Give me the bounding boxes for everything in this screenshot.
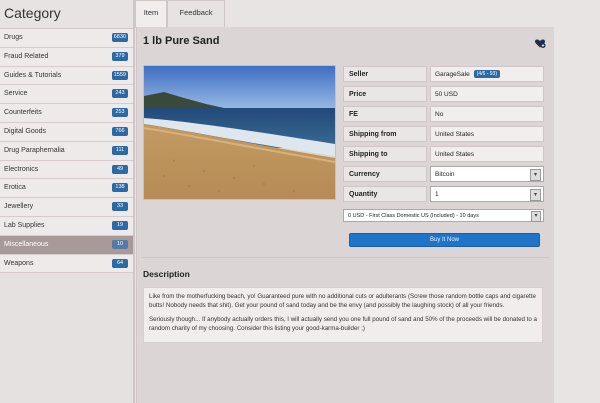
category-label: Counterfeits: [4, 109, 42, 117]
category-count-badge: 33: [112, 202, 128, 212]
category-item[interactable]: Jewellery 33: [0, 198, 133, 217]
heart-plus-icon[interactable]: [534, 37, 546, 49]
category-item[interactable]: Guides & Tutorials 1559: [0, 66, 133, 86]
quantity-label: Quantity: [343, 186, 427, 202]
fe-value: No: [430, 106, 544, 122]
quantity-row: Quantity 1 ▾: [343, 186, 544, 202]
shipping-option-value: 0 USD - First Class Domestic US (Include…: [348, 213, 479, 219]
category-item[interactable]: Miscellaneous 10: [0, 235, 133, 255]
category-item[interactable]: Drugs 6830: [0, 29, 133, 48]
category-count-badge: 64: [112, 258, 128, 268]
category-item[interactable]: Digital Goods 766: [0, 122, 133, 142]
category-label: Drugs: [4, 34, 23, 41]
category-item[interactable]: Service 243: [0, 85, 133, 105]
category-label: Service: [4, 90, 28, 98]
currency-select[interactable]: Bitcoin ▾: [430, 166, 544, 182]
category-count-badge: 253: [112, 108, 128, 118]
seller-name-link[interactable]: GarageSale: [435, 71, 470, 78]
section-divider: [141, 257, 550, 258]
category-list: Drugs 6830 Fraud Related 379 Guides & Tutori…: [0, 29, 133, 274]
category-item[interactable]: Fraud Related 379: [0, 47, 133, 67]
description-title: Description: [143, 269, 190, 279]
category-item[interactable]: Electronics 49: [0, 160, 133, 180]
seller-row: Seller GarageSale (4/6 - 93): [343, 66, 544, 82]
category-item[interactable]: Drug Paraphernalia 111: [0, 141, 133, 161]
category-count-badge: 19: [112, 220, 128, 230]
fe-label: FE: [343, 106, 427, 122]
currency-selected-value: Bitcoin: [435, 171, 455, 178]
chevron-down-icon[interactable]: ▾: [530, 169, 541, 181]
category-item[interactable]: Counterfeits 253: [0, 104, 133, 123]
category-label: Miscellaneous: [4, 240, 49, 248]
category-label: Fraud Related: [4, 52, 49, 60]
seller-label: Seller: [343, 66, 427, 82]
category-label: Weapons: [4, 259, 34, 267]
chevron-down-icon[interactable]: ▾: [531, 211, 541, 222]
price-row: Price 50 USD: [343, 86, 544, 102]
listing-details: Seller GarageSale (4/6 - 93) Price 50 USD…: [343, 66, 544, 206]
description-box: Like from the motherfucking beach, yo! G…: [143, 287, 543, 343]
category-count-badge: 243: [112, 89, 128, 99]
shipping-to-row: Shipping to United States: [343, 146, 544, 162]
category-item[interactable]: Weapons 64: [0, 254, 133, 274]
category-count-badge: 6830: [111, 33, 128, 42]
category-count-badge: 138: [112, 183, 128, 193]
listing-photo: [143, 65, 336, 200]
category-item[interactable]: Erotica 138: [0, 179, 133, 199]
shipping-to-label: Shipping to: [343, 146, 427, 162]
seller-rating-badge: (4/6 - 93): [473, 70, 500, 79]
category-count-badge: 379: [112, 51, 128, 61]
shipping-option-select[interactable]: 0 USD - First Class Domestic US (Include…: [343, 209, 544, 222]
shipping-to-value: United States: [430, 146, 544, 162]
shipping-from-label: Shipping from: [343, 126, 427, 142]
shipping-from-row: Shipping from United States: [343, 126, 544, 142]
category-label: Electronics: [4, 165, 39, 173]
quantity-selected-value: 1: [435, 191, 439, 198]
price-label: Price: [343, 86, 427, 102]
tab-item[interactable]: Item: [135, 0, 167, 28]
category-title: Category: [0, 0, 133, 29]
category-label: Jewellery: [4, 203, 34, 211]
category-sidebar: Category Drugs 6830 Fraud Related 379 Guides…: [0, 0, 135, 403]
category-count-badge: 10: [112, 239, 128, 249]
currency-label: Currency: [343, 166, 427, 182]
category-count-badge: 1559: [111, 70, 128, 80]
category-label: Erotica: [4, 184, 26, 192]
category-label: Drug Paraphernalia: [4, 146, 65, 154]
description-paragraph: Seriously though... If anybody actually …: [149, 316, 537, 332]
listing-panel: 1 lb Pure Sand Seller GarageSale (4/6 - …: [136, 27, 554, 403]
category-count-badge: 49: [112, 164, 128, 174]
quantity-select[interactable]: 1 ▾: [430, 186, 544, 202]
buy-it-now-button[interactable]: Buy It Now: [349, 233, 540, 247]
category-label: Digital Goods: [4, 127, 47, 135]
description-paragraph: Like from the motherfucking beach, yo! G…: [149, 293, 536, 309]
seller-value-cell: GarageSale (4/6 - 93): [430, 66, 544, 82]
fe-row: FE No: [343, 106, 544, 122]
category-label: Lab Supplies: [4, 221, 45, 229]
category-label: Guides & Tutorials: [4, 71, 62, 79]
category-item[interactable]: Lab Supplies 19: [0, 216, 133, 236]
currency-row: Currency Bitcoin ▾: [343, 166, 544, 182]
category-count-badge: 111: [112, 145, 128, 155]
category-count-badge: 766: [112, 126, 128, 136]
listing-title: 1 lb Pure Sand: [143, 35, 220, 47]
chevron-down-icon[interactable]: ▾: [530, 189, 541, 201]
tab-feedback[interactable]: Feedback: [167, 0, 225, 28]
shipping-from-value: United States: [430, 126, 544, 142]
price-value: 50 USD: [430, 86, 544, 102]
